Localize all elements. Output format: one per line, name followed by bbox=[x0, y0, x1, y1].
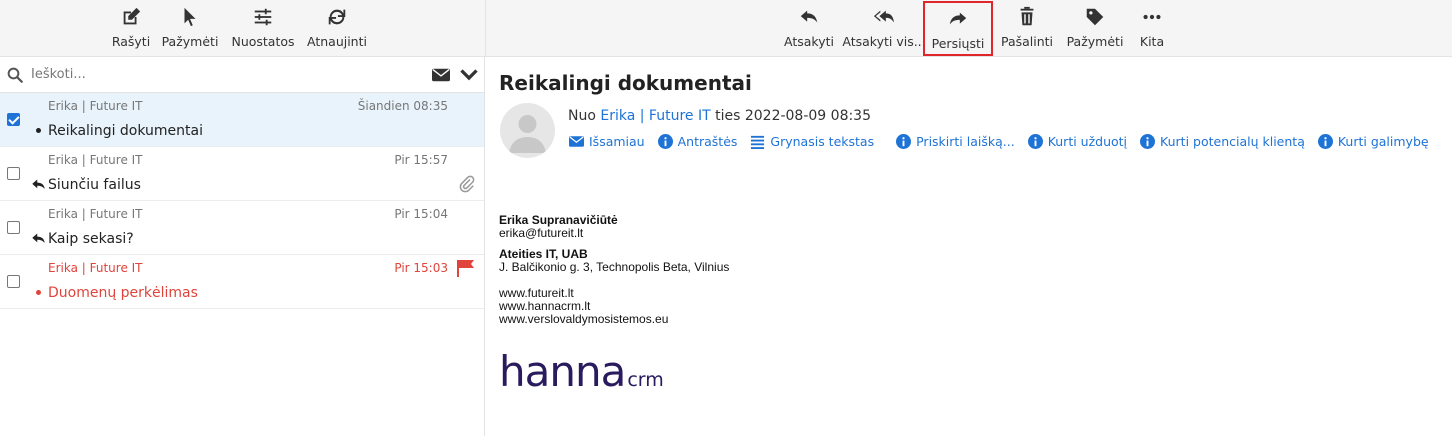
message-subject: Kaip sekasi? bbox=[48, 231, 134, 247]
reply-all-icon bbox=[873, 10, 895, 23]
info-icon bbox=[1027, 134, 1043, 149]
search-scope-dropdown[interactable] bbox=[432, 66, 478, 84]
avatar bbox=[500, 103, 555, 158]
chevron-down-icon bbox=[460, 68, 478, 80]
message-subject: Reikalingi dokumentai bbox=[48, 123, 204, 139]
forward-icon bbox=[949, 12, 967, 25]
compose-button[interactable]: Rašyti bbox=[112, 4, 150, 54]
message-time: Pir 15:03 bbox=[394, 261, 448, 275]
info-icon bbox=[1317, 134, 1333, 149]
refresh-button[interactable]: Atnaujinti bbox=[306, 4, 368, 54]
mail-signature: Erika Supranavičiūtė erika@futureit.lt A… bbox=[499, 214, 729, 326]
message-subject: Siunčiu failus bbox=[48, 177, 141, 193]
cursor-icon bbox=[184, 7, 196, 27]
more-button[interactable]: Kita bbox=[1136, 4, 1168, 54]
headers-link[interactable]: Antraštės bbox=[657, 134, 737, 149]
envelope-icon bbox=[432, 68, 450, 81]
message-row[interactable]: Erika | Future IT Pir 15:03 Duomenų perk… bbox=[0, 255, 484, 309]
message-row[interactable]: Erika | Future IT Pir 15:57 Siunčiu fail… bbox=[0, 147, 484, 201]
sender-link[interactable]: Erika | Future IT bbox=[600, 108, 710, 124]
signature-link[interactable]: www.verslovaldymosistemos.eu bbox=[499, 313, 729, 326]
create-opportunity-link[interactable]: Kurti galimybę bbox=[1317, 134, 1429, 149]
mark-button[interactable]: Pažymėti bbox=[1065, 4, 1125, 54]
message-sender: Erika | Future IT bbox=[48, 153, 143, 167]
list-toolbar: Rašyti Pažymėti Nuostatos Atnaujinti bbox=[0, 0, 485, 57]
message-time: Šiandien 08:35 bbox=[357, 99, 448, 113]
row-checkbox[interactable] bbox=[7, 167, 20, 180]
sliders-icon bbox=[254, 8, 272, 26]
signature-email: erika@futureit.lt bbox=[499, 226, 584, 240]
trash-icon bbox=[1020, 6, 1034, 26]
create-lead-link[interactable]: Kurti potencialų klientą bbox=[1140, 134, 1305, 149]
info-icon bbox=[896, 134, 912, 149]
plain-text-link[interactable]: Grynasis tekstas bbox=[750, 134, 874, 149]
reply-all-button[interactable]: Atsakyti vis... bbox=[842, 4, 926, 54]
refresh-icon bbox=[328, 9, 346, 25]
message-sender: Erika | Future IT bbox=[48, 261, 143, 275]
mail-app: Rašyti Pažymėti Nuostatos Atnaujinti Ats… bbox=[0, 0, 1452, 436]
info-icon bbox=[657, 134, 673, 149]
compose-icon bbox=[123, 7, 141, 25]
mail-header: Nuo Erika | Future IT ties 2022-08-09 08… bbox=[568, 108, 871, 124]
message-toolbar: Atsakyti Atsakyti vis... Persiųsti Pašal… bbox=[485, 0, 1452, 57]
unread-dot-icon bbox=[30, 284, 46, 300]
mail-date: 2022-08-09 08:35 bbox=[744, 108, 872, 124]
message-row[interactable]: Erika | Future IT Pir 15:04 Kaip sekasi? bbox=[0, 201, 484, 255]
envelope-icon bbox=[569, 136, 584, 147]
select-button[interactable]: Pažymėti bbox=[160, 4, 220, 54]
message-row[interactable]: Erika | Future IT Šiandien 08:35 Reikali… bbox=[0, 93, 484, 147]
settings-button[interactable]: Nuostatos bbox=[230, 4, 296, 54]
unread-dot-icon bbox=[30, 122, 46, 138]
lines-icon bbox=[751, 135, 765, 149]
paperclip-icon bbox=[458, 175, 476, 197]
flag-icon[interactable] bbox=[456, 259, 476, 281]
message-subject: Duomenų perkėlimas bbox=[48, 285, 198, 301]
hannacrm-logo: hanna crm bbox=[499, 347, 664, 396]
tag-icon bbox=[1086, 8, 1104, 26]
mail-subject: Reikalingi dokumentai bbox=[499, 71, 752, 95]
search-input[interactable]: Ieškoti... bbox=[31, 67, 432, 82]
details-link[interactable]: Išsamiau bbox=[569, 134, 645, 149]
create-task-link[interactable]: Kurti užduotį bbox=[1027, 134, 1127, 149]
message-time: Pir 15:04 bbox=[394, 207, 448, 221]
reply-button[interactable]: Atsakyti bbox=[783, 4, 835, 54]
signature-address: J. Balčikonio g. 3, Technopolis Beta, Vi… bbox=[499, 260, 730, 274]
reading-pane: Reikalingi dokumentai Nuo Erika | Future… bbox=[485, 57, 1452, 436]
row-checkbox[interactable] bbox=[7, 113, 20, 126]
message-time: Pir 15:57 bbox=[394, 153, 448, 167]
forward-button[interactable]: Persiųsti bbox=[923, 1, 993, 56]
delete-button[interactable]: Pašalinti bbox=[1000, 4, 1054, 54]
row-checkbox[interactable] bbox=[7, 275, 20, 288]
info-icon bbox=[1140, 134, 1156, 149]
mail-actions: Išsamiau Antraštės Grynasis tekstas Pris… bbox=[569, 134, 1442, 149]
search-icon[interactable] bbox=[6, 66, 24, 84]
reply-icon bbox=[800, 10, 818, 23]
replied-icon bbox=[30, 230, 46, 246]
replied-icon bbox=[30, 176, 46, 192]
message-sender: Erika | Future IT bbox=[48, 207, 143, 221]
to-word: ties bbox=[715, 108, 741, 124]
search-bar: Ieškoti... bbox=[0, 57, 484, 93]
message-list-panel: Ieškoti... Erika | Future IT Šiandien 08… bbox=[0, 57, 485, 436]
from-prefix: Nuo bbox=[568, 108, 596, 124]
row-checkbox[interactable] bbox=[7, 221, 20, 234]
message-sender: Erika | Future IT bbox=[48, 99, 143, 113]
assign-mail-link[interactable]: Priskirti laišką... bbox=[896, 134, 1015, 149]
more-icon bbox=[1143, 14, 1161, 20]
